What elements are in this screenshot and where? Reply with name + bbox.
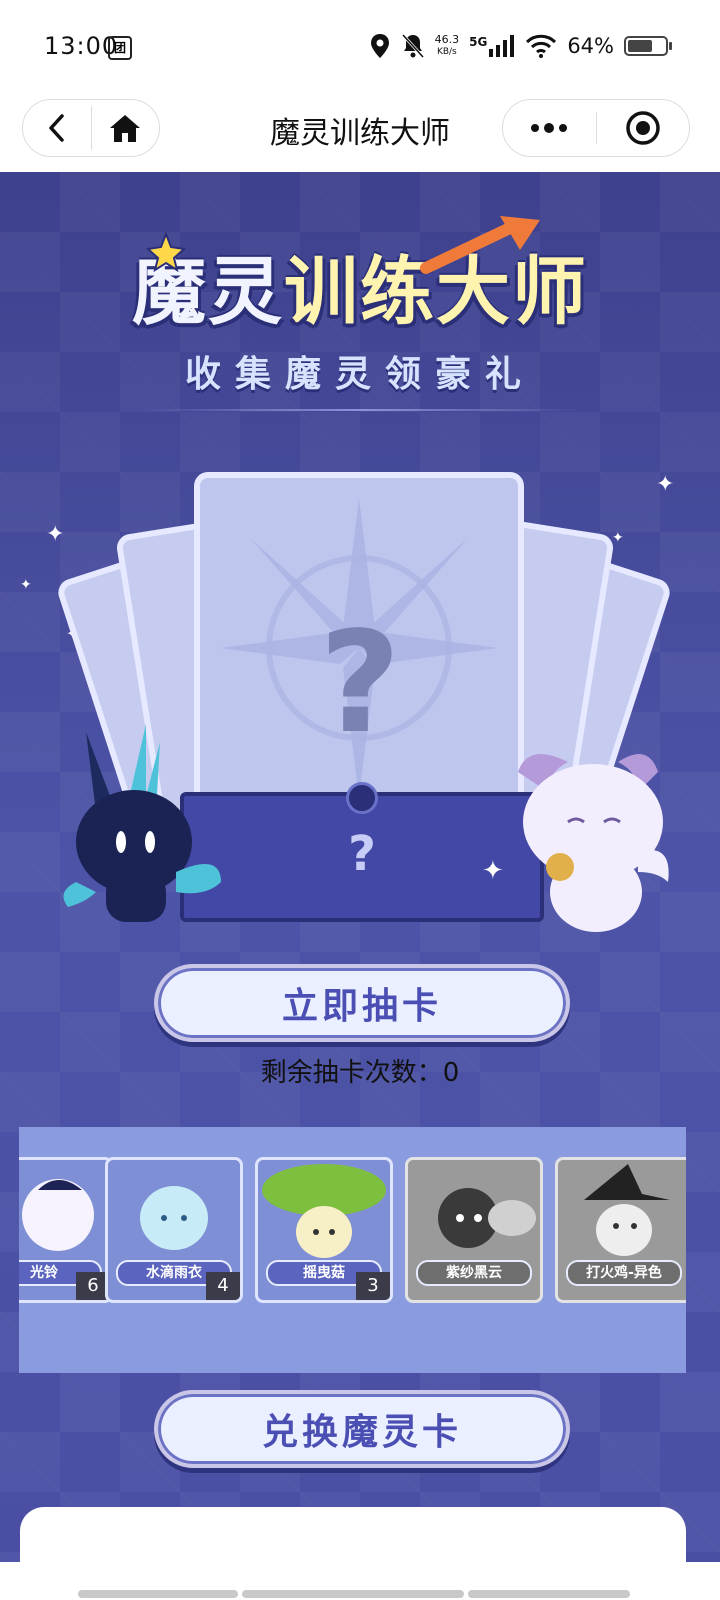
remaining-draws-text: 剩余抽卡次数：0 (260, 1058, 460, 1088)
close-button[interactable] (597, 100, 690, 156)
collection-strip[interactable]: 光铃 6 水滴雨衣 4 摇曳菇 3 紫纱黑云 打火鸡-异色 (19, 1127, 686, 1373)
collection-card-locked[interactable]: 打火鸡-异色 (555, 1157, 686, 1303)
collection-card-label: 打火鸡-异色 (566, 1260, 682, 1286)
envelope-seal (346, 782, 378, 814)
net-speed: 46.3 KB/s (435, 34, 460, 58)
target-close-icon (626, 111, 660, 145)
collection-card-count: 3 (356, 1272, 390, 1300)
mute-bell-icon (401, 33, 424, 59)
sparkle-icon: ✦ (482, 856, 504, 886)
mini-program-nav: 魔灵训练大师 (0, 92, 720, 172)
signal-icon (489, 35, 515, 57)
mushroom-creature-icon (262, 1164, 386, 1258)
witch-chick-creature-icon (584, 1164, 670, 1256)
gesture-handle[interactable] (78, 1590, 238, 1598)
more-button[interactable] (503, 100, 596, 156)
raindrop-creature-icon (140, 1186, 208, 1250)
dark-creature-mascot (63, 724, 221, 922)
collection-card-count: 4 (206, 1272, 240, 1300)
dark-cloud-creature-icon (438, 1188, 536, 1248)
net-speed-value: 46.3 (434, 33, 460, 46)
sparkle-icon: ✦ (656, 472, 675, 497)
banner-logo: 魔灵训练大师 收集魔灵领豪礼 (0, 216, 720, 411)
star-icon (146, 232, 186, 272)
banner-subtitle: 收集魔灵领豪礼 (184, 354, 535, 395)
nav-right-capsule (502, 99, 690, 157)
net-speed-unit: KB/s (436, 47, 457, 57)
status-right: 46.3 KB/s 5G 64% (369, 30, 672, 62)
network-type: 5G (469, 35, 488, 49)
status-bar: 13:00 团 46.3 KB/s 5G 64% (0, 0, 720, 92)
exchange-card-label: 兑换魔灵卡 (261, 1412, 462, 1453)
collection-card[interactable]: 摇曳菇 3 (255, 1157, 393, 1303)
draw-card-label: 立即抽卡 (281, 986, 442, 1027)
gesture-handle[interactable] (468, 1590, 630, 1598)
bell-creature-icon (22, 1179, 94, 1251)
collection-card[interactable]: 水滴雨衣 4 (105, 1157, 243, 1303)
battery-icon (624, 36, 672, 56)
battery-percent: 64% (567, 34, 614, 58)
more-dots-icon (531, 123, 568, 133)
arrow-up-icon (420, 216, 540, 274)
location-icon (370, 34, 389, 58)
banner-title: 魔灵训练大师 (0, 232, 720, 339)
collection-card-locked[interactable]: 紫纱黑云 (405, 1157, 543, 1303)
collection-card-label: 紫纱黑云 (416, 1260, 532, 1286)
draw-card-button[interactable]: 立即抽卡 (154, 964, 570, 1042)
sim-card-icon: 团 (108, 36, 132, 60)
main-content: 魔灵训练大师 收集魔灵领豪礼 ✦ ✦ ✦ ✦ ✦ ? ? (0, 172, 720, 1562)
gesture-bar (0, 1562, 720, 1600)
bottom-panel (20, 1507, 686, 1562)
sparkle-icon: ✦ (612, 530, 624, 546)
signal-5g: 5G (469, 35, 515, 57)
exchange-card-button[interactable]: 兑换魔灵卡 (154, 1390, 570, 1468)
collection-card[interactable]: 光铃 6 (19, 1157, 113, 1303)
sparkle-icon: ✦ (46, 522, 65, 547)
ram-creature-mascot (518, 754, 669, 932)
gesture-handle[interactable] (242, 1590, 464, 1598)
sparkle-icon: ✦ (20, 577, 32, 593)
wifi-icon (526, 34, 557, 58)
